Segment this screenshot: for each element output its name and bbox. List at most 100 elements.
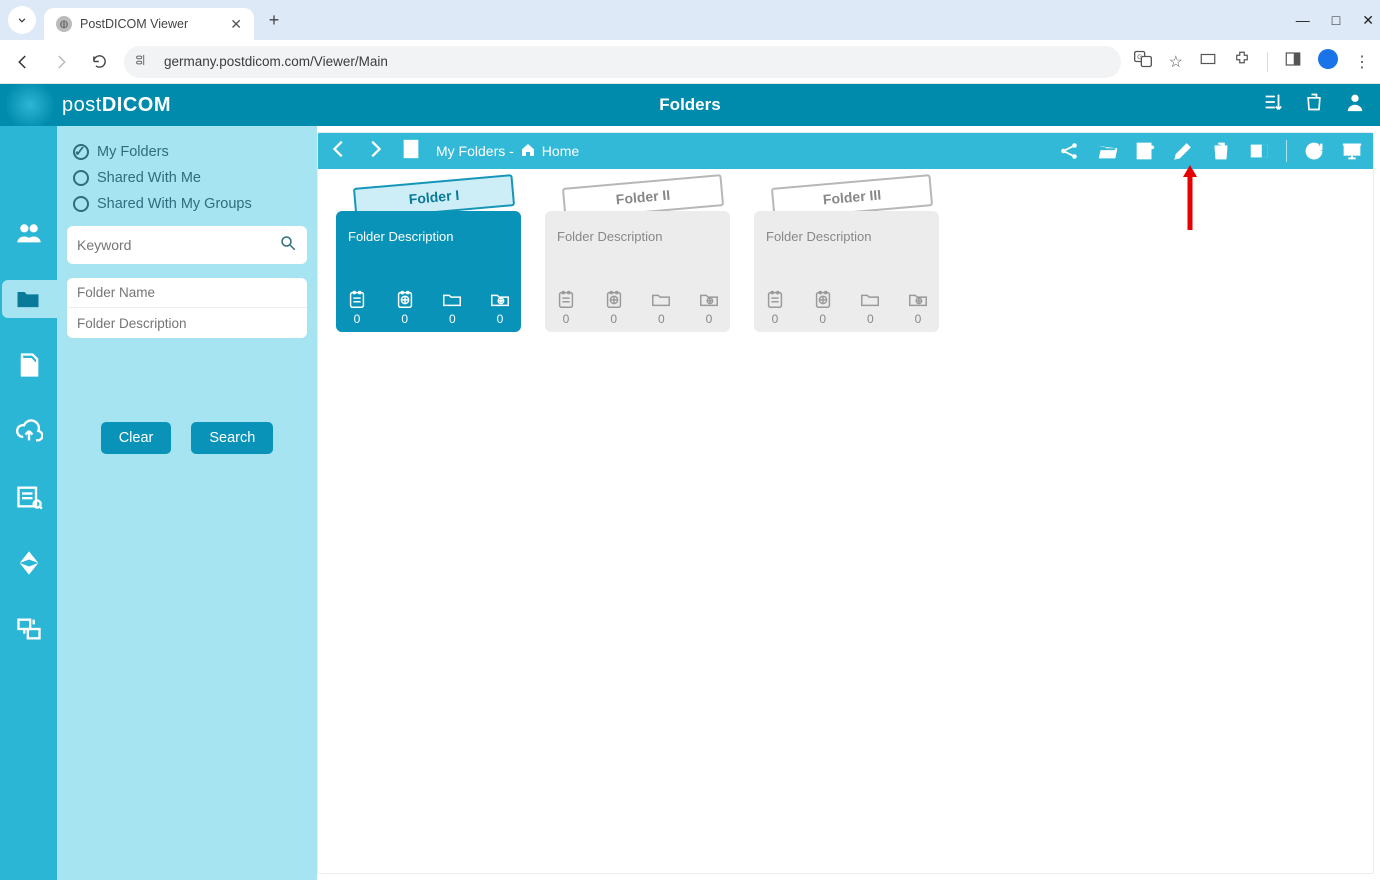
breadcrumb-prefix: My Folders -: [436, 143, 514, 159]
open-folder-icon[interactable]: [1096, 140, 1118, 162]
rail-item-documents[interactable]: [9, 346, 49, 384]
radio-icon: [73, 196, 89, 212]
url-text: germany.postdicom.com/Viewer/Main: [164, 54, 388, 69]
folder-description: Folder Description: [557, 229, 718, 244]
extension-1-icon[interactable]: [1199, 50, 1217, 73]
scope-label: Shared With Me: [97, 170, 201, 186]
favicon-icon: ◍: [56, 16, 72, 32]
address-bar[interactable]: germany.postdicom.com/Viewer/Main: [124, 46, 1121, 78]
folder-stat: 0: [489, 288, 511, 326]
scope-label: My Folders: [97, 144, 169, 160]
folder-stat: 0: [394, 288, 416, 326]
clear-button[interactable]: Clear: [101, 422, 172, 454]
folder-card[interactable]: Folder III Folder Description 0000: [754, 187, 939, 332]
delete-trash-icon[interactable]: [1210, 140, 1232, 162]
stat-count: 0: [706, 312, 713, 326]
page-title: Folders: [659, 95, 720, 115]
rail-item-users[interactable]: [9, 214, 49, 252]
breadcrumb-home: Home: [542, 143, 579, 159]
nav-forward-icon[interactable]: [364, 138, 386, 165]
browser-menu-icon[interactable]: ⋮: [1354, 52, 1370, 72]
window-minimize-button[interactable]: ―: [1296, 12, 1310, 28]
profile-avatar[interactable]: [1318, 49, 1338, 74]
new-tab-button[interactable]: +: [260, 6, 288, 34]
rail-item-exchange[interactable]: [9, 610, 49, 648]
logo-text-suffix: DICOM: [102, 94, 171, 116]
recycle-bin-icon[interactable]: [1304, 91, 1324, 119]
folder-stat: 0: [698, 288, 720, 326]
breadcrumb[interactable]: My Folders - Home: [436, 142, 579, 161]
browser-tab[interactable]: ◍ PostDICOM Viewer ✕: [44, 8, 254, 40]
search-button[interactable]: Search: [191, 422, 273, 454]
separator: [1267, 52, 1268, 72]
translate-icon[interactable]: G: [1133, 49, 1153, 74]
user-account-icon[interactable]: [1344, 91, 1366, 119]
scope-label: Shared With My Groups: [97, 196, 252, 212]
folder-stat: 0: [650, 288, 672, 326]
window-maximize-button[interactable]: □: [1332, 12, 1340, 28]
logo-text-prefix: post: [62, 94, 102, 116]
folder-card[interactable]: Folder II Folder Description 0000: [545, 187, 730, 332]
stat-count: 0: [819, 312, 826, 326]
folder-toolbar: My Folders - Home: [318, 133, 1373, 169]
rail-item-worklist[interactable]: [9, 478, 49, 516]
radio-icon: [73, 170, 89, 186]
nav-back-button[interactable]: [10, 49, 36, 75]
bookmark-star-icon[interactable]: ☆: [1169, 52, 1183, 72]
svg-text:G: G: [1137, 54, 1142, 61]
stat-count: 0: [772, 312, 779, 326]
filter-panel: My Folders Shared With Me Shared With My…: [57, 126, 317, 880]
nav-rail: [0, 126, 57, 880]
scope-shared-with-groups[interactable]: Shared With My Groups: [73, 196, 301, 212]
window-close-button[interactable]: ✕: [1362, 12, 1374, 29]
stat-count: 0: [497, 312, 504, 326]
folder-card[interactable]: Folder I Folder Description 0000: [336, 187, 521, 332]
refresh-icon[interactable]: [1303, 140, 1325, 162]
tab-list-dropdown[interactable]: [8, 6, 36, 34]
folder-name-input[interactable]: [67, 278, 307, 308]
folder-grid: Folder I Folder Description 0000 Folder …: [318, 169, 1373, 350]
folder-stat: 0: [859, 288, 881, 326]
folder-stat: 0: [603, 288, 625, 326]
tab-close-icon[interactable]: ✕: [230, 16, 242, 33]
rail-item-folders[interactable]: [2, 280, 57, 318]
folder-stat: 0: [555, 288, 577, 326]
folder-stat: 0: [907, 288, 929, 326]
folder-description-input[interactable]: [67, 308, 307, 338]
new-folder-icon[interactable]: [1134, 140, 1156, 162]
browser-toolbar: germany.postdicom.com/Viewer/Main G ☆ ⋮: [0, 40, 1380, 84]
search-icon[interactable]: [279, 234, 297, 257]
share-icon[interactable]: [1058, 140, 1080, 162]
edit-pencil-icon[interactable]: [1172, 140, 1194, 162]
scope-my-folders[interactable]: My Folders: [73, 144, 301, 160]
stat-count: 0: [867, 312, 874, 326]
sort-icon[interactable]: [1262, 91, 1284, 119]
nav-forward-button[interactable]: [48, 49, 74, 75]
stat-count: 0: [658, 312, 665, 326]
sidepanel-icon[interactable]: [1284, 50, 1302, 73]
tab-title: PostDICOM Viewer: [80, 17, 222, 31]
stat-count: 0: [401, 312, 408, 326]
stat-count: 0: [610, 312, 617, 326]
up-level-icon[interactable]: [400, 138, 422, 165]
rail-item-sync[interactable]: [9, 544, 49, 582]
scope-shared-with-me[interactable]: Shared With Me: [73, 170, 301, 186]
app-header: postDICOM Folders: [0, 84, 1380, 126]
stat-count: 0: [563, 312, 570, 326]
site-settings-icon[interactable]: [136, 53, 154, 70]
presentation-icon[interactable]: [1341, 140, 1363, 162]
separator: [1286, 140, 1287, 162]
folder-stat: 0: [812, 288, 834, 326]
nav-back-icon[interactable]: [328, 138, 350, 165]
stat-count: 0: [449, 312, 456, 326]
keyword-search[interactable]: [67, 226, 307, 264]
main-content: My Folders - Home Folder I Folder Descri…: [317, 132, 1374, 874]
nav-reload-button[interactable]: [86, 49, 112, 75]
extensions-icon[interactable]: [1233, 50, 1251, 73]
panel-toggle-icon[interactable]: [1248, 140, 1270, 162]
keyword-input[interactable]: [77, 237, 279, 253]
radio-checked-icon: [73, 144, 89, 160]
browser-tab-strip: ◍ PostDICOM Viewer ✕ + ― □ ✕: [0, 0, 1380, 40]
app-logo[interactable]: postDICOM: [0, 84, 171, 126]
rail-item-upload[interactable]: [9, 412, 49, 450]
